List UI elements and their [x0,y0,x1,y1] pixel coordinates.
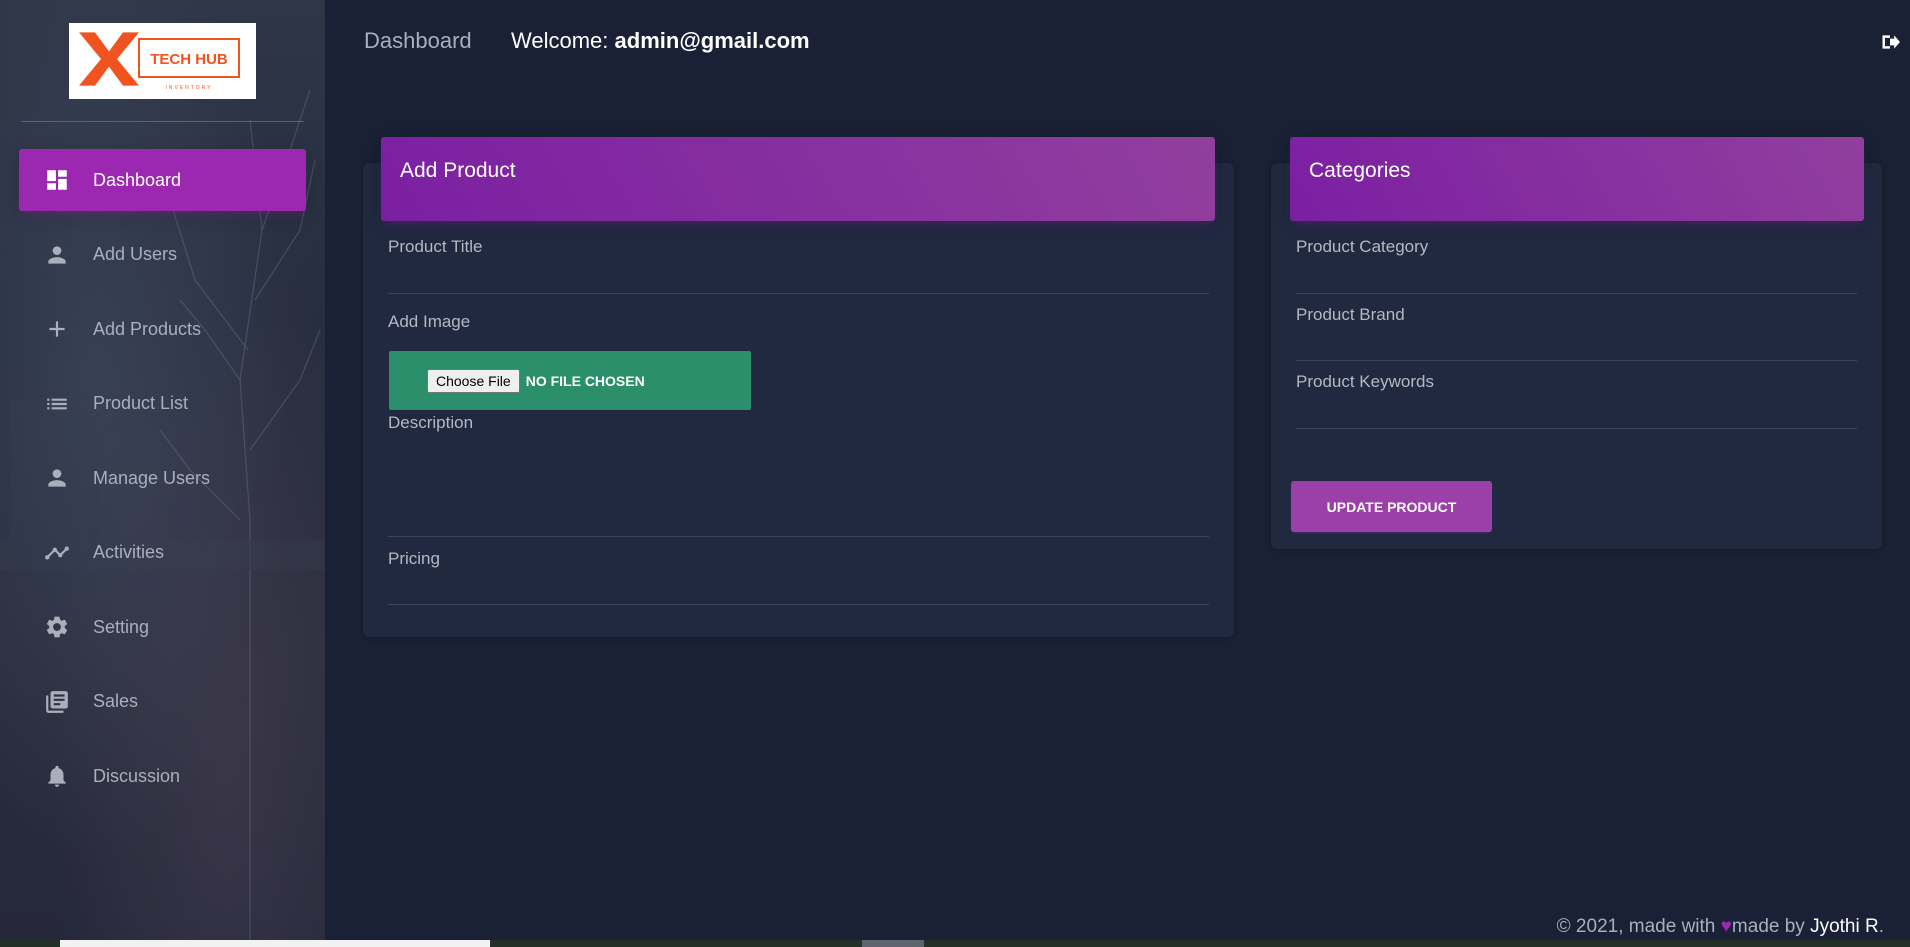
footer: © 2021, made with ♥made by Jyothi R. [1557,916,1884,938]
product-category-input[interactable] [1296,293,1857,294]
trending-icon [42,538,72,568]
sidebar-item-activities[interactable]: Activities [19,522,306,584]
product-brand-input[interactable] [1296,360,1857,361]
add-product-header: Add Product [381,137,1215,221]
list-icon [42,389,72,419]
tech-hub-logo-icon: TECH HUB INVENTORY [79,32,240,91]
logout-button[interactable] [1880,32,1900,52]
footer-prefix: © 2021, made with [1556,916,1716,937]
sidebar-item-label: Dashboard [93,169,182,190]
product-title-label: Product Title [388,237,483,256]
logo: TECH HUB INVENTORY [69,23,256,99]
dashboard-icon [42,165,72,195]
categories-title: Categories [1309,159,1411,182]
description-textarea[interactable] [388,536,1209,537]
gear-icon [42,612,72,642]
sidebar-item-discussion[interactable]: Discussion [19,745,306,807]
sidebar-item-label: Add Users [93,244,178,264]
image-file-input: Choose File NO FILE CHOSEN [389,351,751,410]
logo-subtitle: INVENTORY [166,85,213,91]
sidebar-item-label: Activities [93,542,165,562]
product-keywords-label: Product Keywords [1296,372,1434,391]
person-icon [42,240,72,270]
sidebar-item-label: Add Products [93,318,202,339]
person-icon [42,463,72,493]
sidebar-item-label: Setting [93,616,150,637]
bottom-bar-segment [60,940,490,947]
description-label: Description [388,413,474,432]
pricing-label: Pricing [388,549,440,568]
library-books-icon [42,687,72,717]
sidebar-item-label: Sales [93,691,139,711]
product-title-input[interactable] [388,293,1209,294]
product-keywords-input[interactable] [1296,428,1857,429]
sidebar-item-add-products[interactable]: Add Products [19,298,306,360]
update-product-button[interactable]: UPDATE PRODUCT [1291,481,1492,532]
footer-author-link[interactable]: Jyothi R [1810,916,1879,937]
scrollbar-thumb[interactable] [862,940,924,947]
sidebar-item-label: Manage Users [93,467,211,488]
product-brand-label: Product Brand [1296,305,1405,324]
sidebar: TECH HUB INVENTORY Dashboard Add Users A… [0,0,325,947]
sidebar-item-sales[interactable]: Sales [19,671,306,733]
sign-out-icon [1882,35,1900,49]
sidebar-item-label: Discussion [93,765,181,786]
footer-middle: made by [1731,916,1805,937]
choose-file-button[interactable]: Choose File [427,368,520,393]
product-category-label: Product Category [1296,237,1429,256]
add-product-title: Add Product [400,159,516,182]
sidebar-nav: Dashboard Add Users Add Products Product… [19,149,306,820]
footer-suffix: . [1878,916,1884,937]
bell-icon [42,761,72,791]
file-status: NO FILE CHOSEN [525,372,645,389]
sidebar-item-setting[interactable]: Setting [19,596,306,658]
add-image-label: Add Image [388,312,471,331]
logo-title: TECH HUB [150,51,228,68]
sidebar-item-product-list[interactable]: Product List [19,373,306,435]
sidebar-item-manage-users[interactable]: Manage Users [19,447,306,509]
page-title[interactable]: Dashboard [364,28,472,54]
categories-header: Categories [1290,137,1864,221]
heart-icon: ♥ [1720,916,1732,937]
plus-icon [42,314,72,344]
sidebar-divider [21,121,304,122]
user-email: admin@gmail.com [614,28,810,53]
sidebar-item-label: Product List [93,393,189,413]
welcome-prefix: Welcome: [511,28,609,53]
sidebar-item-dashboard[interactable]: Dashboard [19,149,306,211]
pricing-input[interactable] [388,604,1209,605]
welcome-text: Welcome: admin@gmail.com [511,28,810,54]
sidebar-item-add-users[interactable]: Add Users [19,224,306,286]
